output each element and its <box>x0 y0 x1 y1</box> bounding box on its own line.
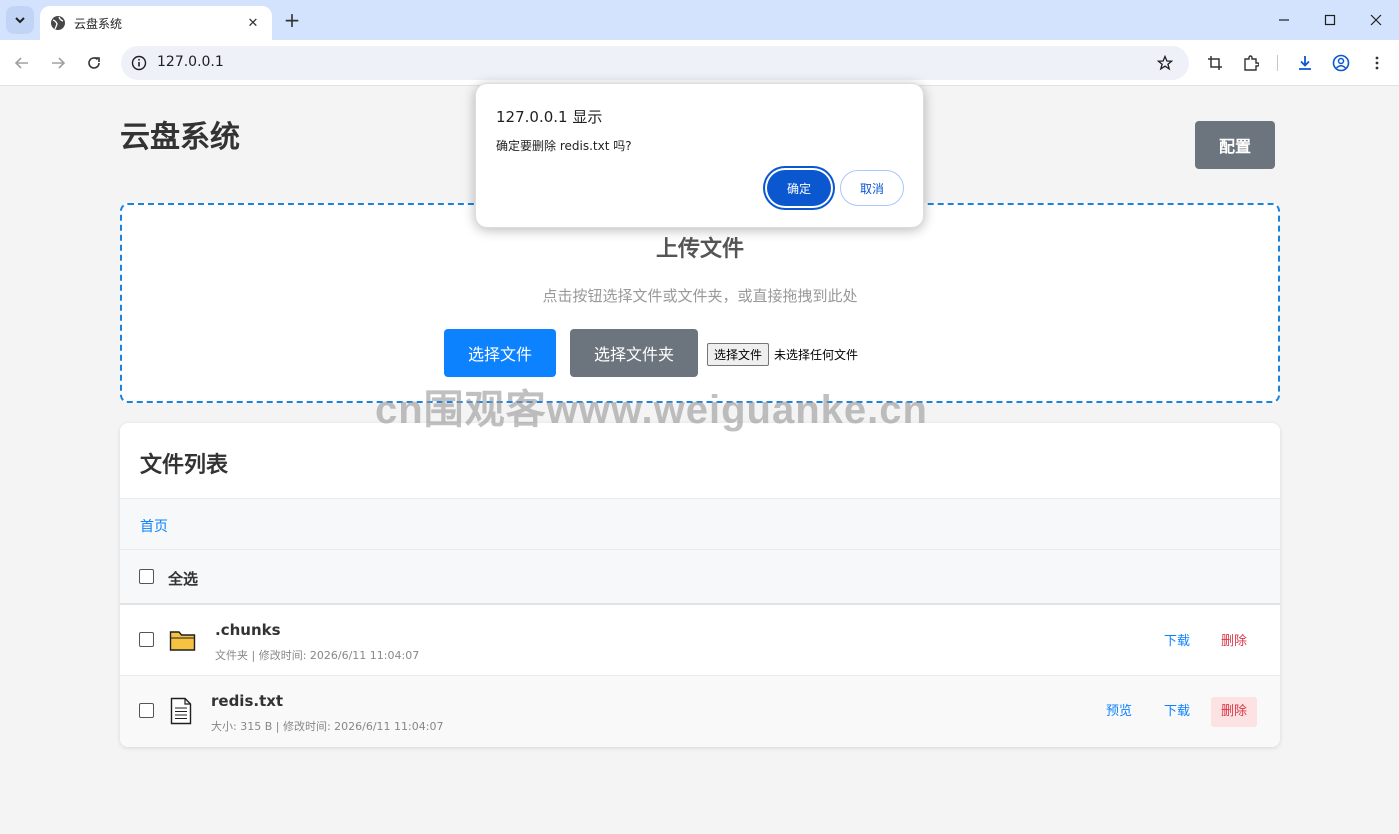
select-folder-button[interactable]: 选择文件夹 <box>570 329 698 377</box>
arrow-right-icon <box>52 57 66 69</box>
crop-screenshot-icon[interactable] <box>1203 51 1227 75</box>
download-button[interactable]: 下载 <box>1154 697 1200 727</box>
breadcrumb: 首页 <box>120 499 1280 550</box>
file-list-panel: 文件列表 首页 全选 .chunks 文件夹 | 修改时间: 2026/6/11… <box>120 423 1280 747</box>
toolbar-divider <box>1277 55 1278 71</box>
browser-toolbar: 127.0.0.1 <box>0 40 1399 86</box>
native-choose-file-button[interactable]: 选择文件 <box>707 343 770 366</box>
select-file-button[interactable]: 选择文件 <box>444 329 556 377</box>
download-button[interactable]: 下载 <box>1154 627 1200 657</box>
file-meta: 大小: 315 B | 修改时间: 2026/6/11 11:04:07 <box>211 720 444 733</box>
forward-button[interactable] <box>46 51 70 75</box>
close-window-button[interactable] <box>1364 8 1388 32</box>
close-tab-icon[interactable]: ✕ <box>244 16 262 31</box>
confirm-dialog: 127.0.0.1 显示 确定要删除 redis.txt 吗? 确定 取消 <box>475 83 924 228</box>
url-text: 127.0.0.1 <box>157 54 224 70</box>
back-button[interactable] <box>10 51 34 75</box>
row-checkbox[interactable] <box>139 632 154 647</box>
delete-button[interactable]: 删除 <box>1211 627 1257 657</box>
watermark-text: cn围观客www.weiguanke.cn <box>375 388 928 432</box>
file-name[interactable]: redis.txt <box>211 692 283 710</box>
dialog-ok-button[interactable]: 确定 <box>767 170 831 206</box>
breadcrumb-home-link[interactable]: 首页 <box>140 516 168 536</box>
config-button[interactable]: 配置 <box>1195 121 1275 169</box>
file-row: redis.txt 大小: 315 B | 修改时间: 2026/6/11 11… <box>120 676 1280 747</box>
maximize-icon <box>1324 14 1336 26</box>
new-tab-button[interactable]: + <box>281 8 303 32</box>
text-file-icon <box>170 697 192 729</box>
file-row: .chunks 文件夹 | 修改时间: 2026/6/11 11:04:07 下… <box>120 605 1280 676</box>
tab-title: 云盘系统 <box>74 16 123 31</box>
profile-avatar-icon[interactable] <box>1329 51 1353 75</box>
file-list-title: 文件列表 <box>140 453 229 478</box>
file-meta: 文件夹 | 修改时间: 2026/6/11 11:04:07 <box>215 649 420 662</box>
minimize-icon <box>1279 19 1289 21</box>
preview-button[interactable]: 预览 <box>1096 697 1142 727</box>
address-bar[interactable]: 127.0.0.1 <box>121 46 1189 80</box>
page-title: 云盘系统 <box>120 120 240 155</box>
bookmark-star-icon[interactable] <box>1155 53 1175 73</box>
reload-button[interactable] <box>82 51 106 75</box>
extensions-puzzle-icon[interactable] <box>1239 51 1263 75</box>
close-icon <box>1370 14 1382 26</box>
site-info-icon[interactable] <box>129 53 149 73</box>
folder-icon <box>169 628 196 656</box>
more-menu-icon[interactable] <box>1365 51 1389 75</box>
maximize-button[interactable] <box>1318 8 1342 32</box>
row-checkbox[interactable] <box>139 703 154 718</box>
native-file-status: 未选择任何文件 <box>774 348 859 362</box>
select-all-label: 全选 <box>168 570 199 588</box>
browser-tab-strip: 云盘系统 ✕ + <box>0 0 1399 40</box>
select-all-row: 全选 <box>120 550 1280 605</box>
native-file-input[interactable]: 选择文件 未选择任何文件 <box>707 343 858 366</box>
browser-tab[interactable]: 云盘系统 ✕ <box>40 6 272 40</box>
tab-search-button[interactable] <box>6 6 34 34</box>
dialog-cancel-button[interactable]: 取消 <box>840 170 904 206</box>
select-all-checkbox[interactable] <box>139 569 154 584</box>
dialog-message: 确定要删除 redis.txt 吗? <box>496 139 632 153</box>
upload-hint: 点击按钮选择文件或文件夹，或直接拖拽到此处 <box>542 287 858 305</box>
minimize-button[interactable] <box>1272 8 1296 32</box>
file-name[interactable]: .chunks <box>215 621 281 639</box>
globe-icon <box>50 15 66 31</box>
upload-drop-zone[interactable]: 上传文件 点击按钮选择文件或文件夹，或直接拖拽到此处 选择文件 选择文件夹 选择… <box>120 203 1280 403</box>
chevron-down-icon <box>15 17 25 24</box>
upload-title: 上传文件 <box>655 237 744 262</box>
dialog-title: 127.0.0.1 显示 <box>496 108 603 126</box>
reload-icon <box>88 57 100 69</box>
delete-button[interactable]: 删除 <box>1211 697 1258 727</box>
arrow-left-icon <box>14 57 28 69</box>
download-icon[interactable] <box>1293 51 1317 75</box>
